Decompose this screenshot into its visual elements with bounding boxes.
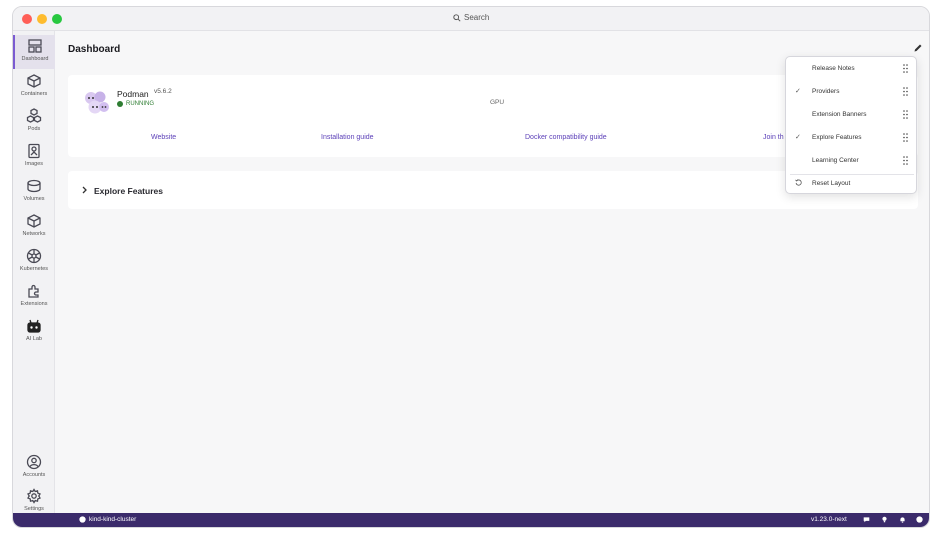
menu-item-explore-features[interactable]: ✓ Explore Features — [786, 127, 918, 149]
lightbulb-icon — [882, 516, 887, 523]
website-link[interactable]: Website — [151, 134, 176, 141]
sidebar-item-containers[interactable]: Containers — [13, 70, 55, 104]
sidebar-item-networks[interactable]: Networks — [13, 210, 55, 244]
search-label: Search — [464, 13, 490, 22]
accounts-icon — [26, 454, 42, 470]
sidebar-item-kubernetes[interactable]: Kubernetes — [13, 245, 55, 279]
settings-icon — [27, 488, 41, 504]
gpu-label: GPU — [490, 99, 505, 106]
feedback-button[interactable] — [863, 516, 870, 523]
sidebar-item-label: Settings — [24, 506, 44, 512]
version-label: v1.23.0-next — [811, 516, 847, 523]
ai-lab-icon — [27, 319, 41, 333]
provider-version: v5.6.2 — [154, 88, 172, 95]
drag-handle-icon[interactable] — [903, 156, 908, 165]
menu-item-extension-banners[interactable]: Extension Banners — [786, 104, 918, 126]
sidebar-item-label: Images — [24, 161, 44, 167]
menu-item-label: Providers — [812, 88, 840, 95]
drag-handle-icon[interactable] — [903, 110, 908, 119]
notifications-button[interactable] — [899, 516, 906, 523]
checkmark-icon: ✓ — [795, 88, 801, 95]
container-icon — [27, 74, 41, 88]
status-text: RUNNING — [126, 101, 154, 107]
sidebar-item-label: Accounts — [22, 472, 46, 478]
sidebar-item-images[interactable]: Images — [13, 140, 55, 174]
help-circle-icon — [79, 516, 86, 523]
status-badge: RUNNING — [117, 101, 154, 107]
status-bar: kind-kind-cluster v1.23.0-next — [13, 513, 929, 527]
volumes-icon — [27, 179, 41, 193]
networks-icon — [27, 214, 41, 228]
maximize-window-button[interactable] — [52, 14, 62, 24]
sidebar-item-ai-lab[interactable]: AI Lab — [13, 315, 55, 349]
help-icon — [916, 516, 923, 523]
help-button[interactable] — [916, 516, 923, 523]
menu-item-reset-layout[interactable]: Reset Layout — [786, 173, 918, 195]
sidebar-item-volumes[interactable]: Volumes — [13, 175, 55, 209]
sidebar-item-label: Networks — [22, 231, 46, 237]
explore-features-label: Explore Features — [94, 186, 163, 196]
version-item[interactable]: v1.23.0-next — [811, 516, 847, 523]
page-title: Dashboard — [68, 44, 121, 55]
running-status-dot-icon — [117, 101, 123, 107]
drag-handle-icon[interactable] — [903, 64, 908, 73]
sidebar-item-label: Pods — [27, 126, 41, 132]
menu-item-label: Reset Layout — [812, 180, 851, 187]
tips-button[interactable] — [881, 516, 888, 523]
docker-compatibility-guide-link[interactable]: Docker compatibility guide — [525, 134, 607, 141]
sidebar-item-label: Dashboard — [21, 56, 49, 62]
kube-context-label: kind-kind-cluster — [89, 516, 137, 523]
sidebar-item-accounts[interactable]: Accounts — [13, 451, 55, 485]
sidebar-item-dashboard[interactable]: Dashboard — [13, 35, 55, 69]
menu-item-label: Extension Banners — [812, 111, 867, 118]
join-community-link[interactable]: Join th — [763, 134, 784, 141]
sidebar-item-label: Volumes — [23, 196, 45, 202]
kubernetes-icon — [26, 248, 42, 264]
sidebar: Dashboard Containers Pods Images Volumes… — [13, 31, 55, 515]
kubernetes-context-item[interactable]: kind-kind-cluster — [79, 516, 136, 523]
pods-icon — [26, 108, 42, 123]
sidebar-item-extensions[interactable]: Extensions — [13, 280, 55, 314]
menu-item-label: Explore Features — [812, 134, 862, 141]
sidebar-item-label: AI Lab — [26, 336, 42, 342]
title-bar: Search — [13, 7, 929, 31]
podman-logo-icon — [85, 91, 109, 114]
menu-item-learning-center[interactable]: Learning Center — [786, 150, 918, 172]
drag-handle-icon[interactable] — [903, 87, 908, 96]
chevron-right-icon — [82, 186, 87, 194]
minimize-window-button[interactable] — [37, 14, 47, 24]
chat-bubble-icon — [863, 517, 870, 523]
bell-icon — [900, 517, 905, 523]
reset-icon — [795, 179, 802, 186]
menu-item-release-notes[interactable]: Release Notes — [786, 58, 918, 80]
menu-item-providers[interactable]: ✓ Providers — [786, 81, 918, 103]
search-icon — [453, 13, 461, 22]
search-bar[interactable]: Search — [453, 13, 489, 22]
dashboard-icon — [28, 39, 42, 53]
sidebar-item-label: Containers — [20, 91, 48, 97]
sidebar-item-label: Kubernetes — [19, 266, 49, 272]
close-window-button[interactable] — [22, 14, 32, 24]
checkmark-icon: ✓ — [795, 134, 801, 141]
sidebar-item-label: Extensions — [20, 301, 48, 307]
menu-item-label: Release Notes — [812, 65, 855, 72]
provider-name: Podman — [117, 89, 149, 99]
installation-guide-link[interactable]: Installation guide — [321, 134, 374, 141]
sidebar-item-pods[interactable]: Pods — [13, 105, 55, 139]
images-icon — [28, 143, 40, 159]
dashboard-layout-menu: Release Notes ✓ Providers Extension Bann… — [785, 56, 917, 194]
edit-pencil-icon[interactable] — [913, 43, 923, 53]
drag-handle-icon[interactable] — [903, 133, 908, 142]
menu-item-label: Learning Center — [812, 157, 859, 164]
extensions-icon — [28, 284, 39, 298]
